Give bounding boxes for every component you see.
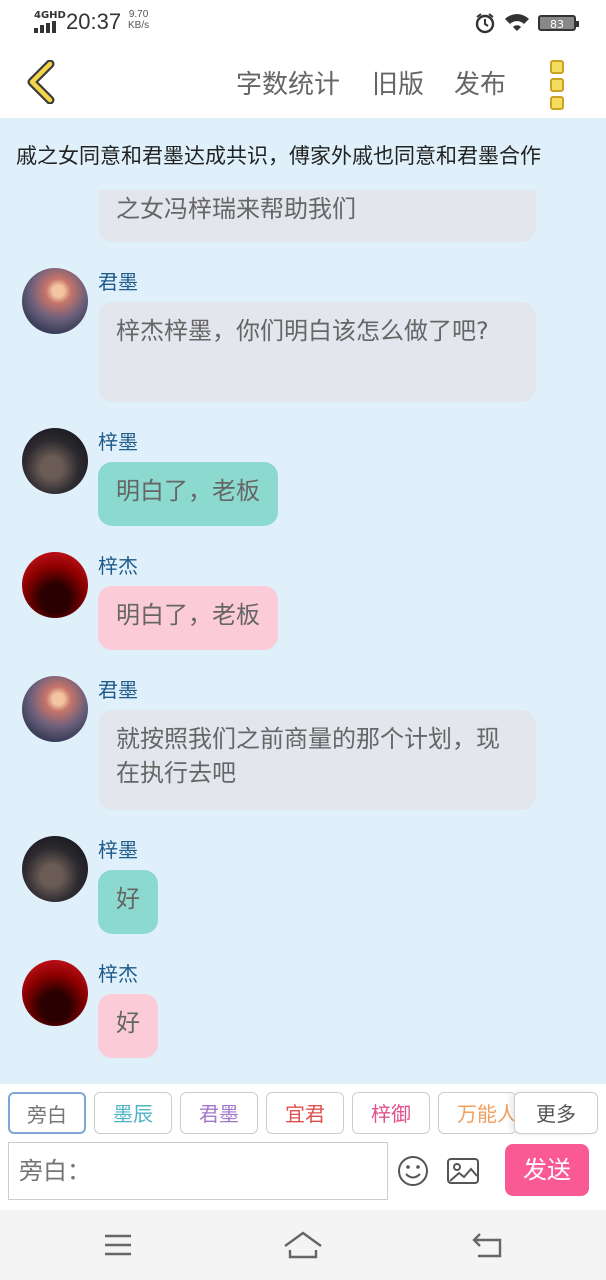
role-chip[interactable]: 宜君 — [266, 1092, 344, 1134]
message-text: 梓杰梓墨，你们明白该怎么做了吧? — [116, 317, 489, 345]
role-chip[interactable]: 墨辰 — [94, 1092, 172, 1134]
role-chip[interactable]: 君墨 — [180, 1092, 258, 1134]
battery-icon: 83 — [538, 15, 579, 31]
avatar[interactable] — [22, 960, 88, 1026]
sender-name: 梓墨 — [98, 838, 138, 862]
alarm-icon — [475, 13, 495, 34]
home-icon[interactable] — [282, 1230, 324, 1260]
network-speed: 9.70 KB/s — [128, 9, 149, 31]
avatar[interactable] — [22, 676, 88, 742]
more-menu-button[interactable] — [550, 60, 566, 110]
send-button[interactable]: 发送 — [505, 1144, 589, 1196]
menu-icon[interactable] — [102, 1230, 134, 1260]
chat-area[interactable]: 戚之女同意和君墨达成共识，傅家外戚也同意和君墨合作 之女冯梓瑞来帮助我们 君墨 … — [0, 118, 606, 1084]
role-label: 万能人 — [457, 1102, 516, 1126]
role-label: 君墨 — [199, 1102, 239, 1126]
avatar[interactable] — [22, 552, 88, 618]
role-label: 梓御 — [371, 1102, 411, 1126]
chevron-left-icon — [27, 59, 55, 105]
message-bubble[interactable]: 就按照我们之前商量的那个计划，现在执行去吧 — [98, 710, 536, 810]
word-count-button[interactable]: 字数统计 — [236, 64, 340, 101]
avatar[interactable] — [22, 836, 88, 902]
network-speed-unit: KB/s — [128, 20, 150, 31]
role-chip[interactable]: 梓御 — [352, 1092, 430, 1134]
more-roles-button[interactable]: 更多 — [514, 1092, 598, 1134]
sender-name: 梓杰 — [98, 554, 138, 578]
role-chip-narrator[interactable]: 旁白 — [8, 1092, 86, 1134]
old-version-button[interactable]: 旧版 — [372, 64, 424, 101]
emoji-icon[interactable] — [396, 1154, 430, 1188]
chat-title-banner: 戚之女同意和君墨达成共识，傅家外戚也同意和君墨合作 — [0, 118, 606, 190]
role-label: 宜君 — [285, 1102, 325, 1126]
chat-title: 戚之女同意和君墨达成共识，傅家外戚也同意和君墨合作 — [16, 144, 541, 168]
more-roles-label: 更多 — [536, 1102, 576, 1126]
clock: 20:37 — [66, 9, 122, 34]
network-speed-value: 9.70 — [128, 9, 149, 20]
message-input[interactable] — [9, 1143, 387, 1199]
message-input-box[interactable] — [8, 1142, 388, 1200]
composer: 旁白 墨辰 君墨 宜君 梓御 万能人 更多 发送 — [0, 1084, 606, 1210]
image-icon[interactable] — [446, 1156, 480, 1186]
avatar[interactable] — [22, 268, 88, 334]
message-bubble[interactable]: 明白了，老板 — [98, 586, 278, 650]
message-text: 好 — [116, 1009, 140, 1037]
menu-dot-icon — [550, 60, 564, 74]
message-text: 明白了，老板 — [116, 601, 260, 629]
top-bar: 字数统计 旧版 发布 — [0, 46, 606, 118]
message-text: 就按照我们之前商量的那个计划，现在执行去吧 — [116, 725, 500, 787]
status-bar: 4GHD 20:37 9.70 KB/s 83 — [0, 0, 606, 46]
message-text: 好 — [116, 885, 140, 913]
publish-button[interactable]: 发布 — [454, 64, 506, 101]
role-label: 墨辰 — [113, 1102, 153, 1126]
back-nav-icon[interactable] — [470, 1230, 504, 1260]
back-button[interactable] — [22, 59, 62, 105]
wifi-icon — [505, 14, 529, 31]
message-text: 明白了，老板 — [116, 477, 260, 505]
message-bubble[interactable]: 明白了，老板 — [98, 462, 278, 526]
signal-icon — [34, 21, 58, 33]
network-type: 4GHD — [34, 10, 66, 21]
menu-dot-icon — [550, 96, 564, 110]
system-nav-bar — [0, 1210, 606, 1280]
menu-dot-icon — [550, 78, 564, 92]
sender-name: 梓墨 — [98, 430, 138, 454]
sender-name: 梓杰 — [98, 962, 138, 986]
role-label: 旁白 — [27, 1103, 67, 1127]
message-text: 之女冯梓瑞来帮助我们 — [116, 195, 356, 223]
sender-name: 君墨 — [98, 678, 138, 702]
sender-name: 君墨 — [98, 270, 138, 294]
avatar[interactable] — [22, 428, 88, 494]
role-chip[interactable]: 万能人 — [438, 1092, 516, 1134]
message-bubble[interactable]: 梓杰梓墨，你们明白该怎么做了吧? — [98, 302, 536, 402]
message-bubble[interactable]: 好 — [98, 870, 158, 934]
message-bubble[interactable]: 好 — [98, 994, 158, 1058]
